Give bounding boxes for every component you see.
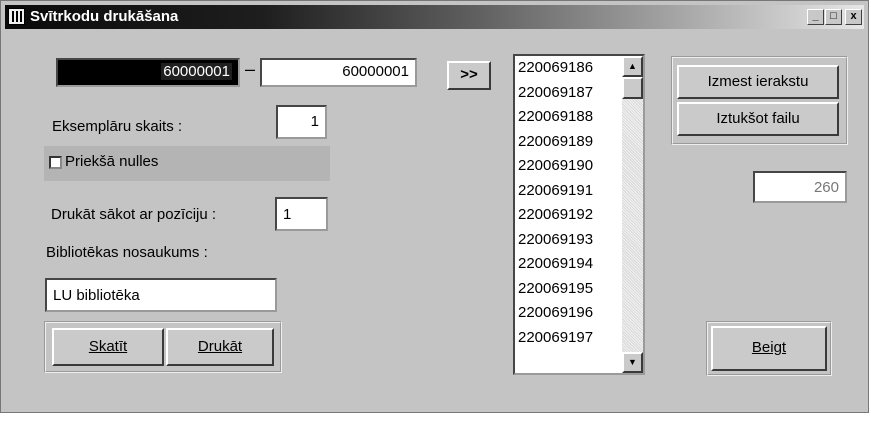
view-button-label: Skatīt — [88, 338, 128, 355]
list-scrollbar[interactable]: ▲ ▼ — [622, 56, 643, 373]
library-name-input[interactable]: LU bibliotēka — [45, 278, 277, 312]
barcode-app-icon — [8, 8, 25, 25]
close-window-button[interactable]: x — [845, 9, 862, 25]
print-button-label: Drukāt — [197, 338, 243, 355]
maximize-button[interactable]: □ — [825, 9, 842, 25]
remove-record-button[interactable]: Izmest ierakstu — [677, 65, 839, 99]
leading-zeros-label[interactable]: Priekšā nulles — [65, 153, 158, 170]
range-from-value: 60000001 — [161, 63, 232, 80]
range-to-input[interactable]: 60000001 — [260, 58, 417, 87]
generate-range-button[interactable]: >> — [447, 61, 491, 90]
print-button[interactable]: Drukāt — [166, 328, 274, 366]
barcode-list[interactable]: 220069186 220069187 220069188 220069189 … — [513, 54, 645, 375]
exit-button-label: Beigt — [751, 339, 787, 356]
main-window: Svītrkodu drukāšana _ □ x 60000001 – 600… — [0, 0, 869, 413]
window-title: Svītrkodu drukāšana — [30, 8, 179, 25]
start-position-input[interactable]: 1 — [275, 197, 328, 231]
library-name-label: Bibliotēkas nosaukums : — [46, 244, 208, 261]
copies-input[interactable]: 1 — [276, 105, 327, 139]
range-separator: – — [245, 59, 256, 79]
scroll-thumb[interactable] — [622, 77, 643, 99]
minimize-button[interactable]: _ — [807, 9, 824, 25]
record-count-field: 260 — [753, 171, 847, 203]
start-position-label: Drukāt sākot ar pozīciju : — [51, 206, 217, 223]
clear-file-button[interactable]: Iztukšot failu — [677, 102, 839, 136]
range-from-input[interactable]: 60000001 — [56, 58, 240, 87]
view-button[interactable]: Skatīt — [52, 328, 164, 366]
scroll-down-arrow-icon[interactable]: ▼ — [622, 352, 643, 373]
title-bar[interactable]: Svītrkodu drukāšana _ □ x — [5, 5, 864, 29]
exit-button[interactable]: Beigt — [711, 326, 827, 371]
scroll-up-arrow-icon[interactable]: ▲ — [622, 56, 643, 77]
copies-label: Eksemplāru skaits : — [52, 118, 183, 135]
leading-zeros-checkbox[interactable] — [49, 156, 62, 169]
